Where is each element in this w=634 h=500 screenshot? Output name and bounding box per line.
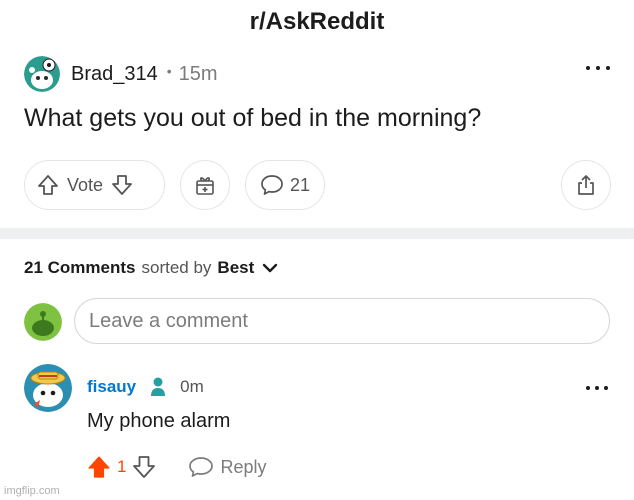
sort-selector[interactable]: Best: [217, 258, 254, 278]
comment-input[interactable]: Leave a comment: [74, 298, 610, 344]
comment-actions: 1 Reply: [87, 454, 267, 480]
comment-composer: Leave a comment: [24, 298, 610, 346]
share-button[interactable]: [561, 160, 611, 210]
subreddit-header: r/AskReddit: [0, 0, 634, 44]
upvote-icon[interactable]: [37, 174, 59, 196]
comment-downvote-icon[interactable]: [132, 455, 156, 479]
user-avatar[interactable]: [24, 303, 62, 341]
reply-button[interactable]: Reply: [188, 456, 267, 478]
comment-header: fisauy 0m: [87, 377, 204, 397]
comment-icon: [260, 174, 284, 196]
section-divider: [0, 228, 634, 239]
post-author[interactable]: Brad_314: [71, 63, 158, 86]
comment-time: 0m: [180, 377, 204, 396]
op-person-icon: [150, 377, 166, 397]
share-icon: [575, 174, 597, 196]
sorted-by-label: sorted by: [141, 258, 212, 277]
comment-more-options-icon[interactable]: [586, 386, 608, 392]
comments-sort-bar: 21 Comments sorted by Best: [24, 258, 278, 278]
chevron-down-icon[interactable]: [262, 262, 278, 274]
post-meta: Brad_314 • 15m: [24, 56, 610, 92]
comment-body: My phone alarm: [87, 410, 231, 432]
downvote-icon[interactable]: [111, 174, 133, 196]
reply-label: Reply: [220, 456, 267, 477]
vote-label: Vote: [67, 174, 104, 195]
vote-control: Vote: [24, 160, 165, 210]
post-actions: Vote 21: [24, 160, 611, 210]
watermark: imgflip.com: [4, 485, 60, 497]
comment-count: 21: [289, 174, 311, 195]
comment-upvote-icon[interactable]: [87, 455, 111, 479]
commenter-avatar[interactable]: [24, 364, 72, 412]
comments-count-label: 21 Comments: [24, 258, 136, 277]
post-title: What gets you out of bed in the morning?: [24, 104, 482, 132]
reply-icon: [188, 456, 214, 478]
comments-button[interactable]: 21: [245, 160, 325, 210]
award-icon: [194, 174, 216, 196]
subreddit-title[interactable]: r/AskReddit: [250, 8, 385, 36]
meta-separator: •: [166, 63, 172, 79]
award-button[interactable]: [180, 160, 230, 210]
author-avatar[interactable]: [24, 56, 60, 92]
comment-author[interactable]: fisauy: [87, 377, 136, 397]
comment-score: 1: [117, 457, 127, 476]
post-time: 15m: [178, 62, 218, 85]
more-options-icon[interactable]: [586, 60, 610, 76]
